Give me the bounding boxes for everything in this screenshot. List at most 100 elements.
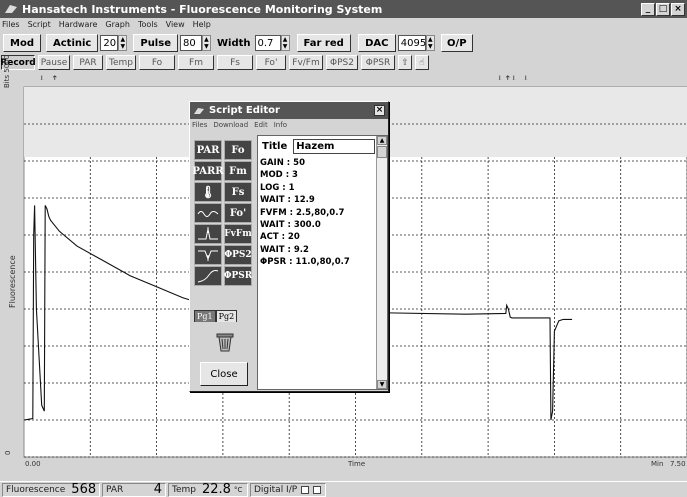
tool-pulse[interactable]: [194, 224, 222, 244]
status-bar: Fluorescence 568 PAR 4 Temp 22.8 °C Digi…: [0, 481, 687, 497]
spin-up-icon[interactable]: ▲: [282, 36, 289, 43]
width-spinner[interactable]: ▲ ▼: [280, 35, 290, 51]
script-lines: GAIN : 50 MOD : 3 LOG : 1 WAIT : 12.9 FV…: [260, 157, 350, 269]
script-editor-menu: Files Download Edit Info: [190, 119, 388, 131]
pulse-button[interactable]: Pulse: [133, 34, 178, 52]
actinic-spinner[interactable]: ▲ ▼: [118, 35, 128, 51]
menu-graph[interactable]: Graph: [105, 20, 130, 29]
script-line[interactable]: WAIT : 300.0: [260, 219, 350, 231]
spin-up-icon[interactable]: ▲: [203, 36, 210, 43]
pause-button[interactable]: Pause: [38, 55, 70, 70]
tool-par[interactable]: PAR: [194, 140, 222, 160]
script-editor-title-bar[interactable]: Script Editor ×: [190, 102, 388, 119]
digital-input-1-checkbox[interactable]: [301, 485, 310, 494]
far-red-button[interactable]: Far red: [296, 34, 351, 52]
fluorescence-readout: Fluorescence 568: [2, 482, 100, 497]
script-line[interactable]: LOG : 1: [260, 182, 350, 194]
scrollbar-thumb[interactable]: [377, 146, 387, 158]
pulse-spinner[interactable]: ▲ ▼: [201, 35, 211, 51]
fo-button[interactable]: Fo: [139, 55, 175, 70]
tab-pg2[interactable]: Pg2: [215, 310, 238, 322]
tool-fo-prime[interactable]: Fo': [224, 203, 252, 223]
script-pane[interactable]: Title Hazem GAIN : 50 MOD : 3 LOG : 1 WA…: [257, 135, 388, 390]
tool-fs[interactable]: Fs: [224, 182, 252, 202]
script-line[interactable]: ACT : 20: [260, 231, 350, 243]
width-input[interactable]: 0.7: [254, 35, 281, 51]
fvfm-button[interactable]: Fv/Fm: [289, 55, 323, 70]
fm-button[interactable]: Fm: [178, 55, 214, 70]
tool-thermometer[interactable]: 🌡: [194, 182, 222, 202]
digital-input-2-checkbox[interactable]: [313, 485, 322, 494]
tool-ramp[interactable]: [194, 266, 222, 286]
spin-up-icon[interactable]: ▲: [119, 36, 126, 43]
maximize-icon[interactable]: □: [656, 2, 670, 16]
dac-spinner[interactable]: ▲ ▼: [425, 35, 435, 51]
menu-help[interactable]: Help: [193, 20, 211, 29]
tool-fm[interactable]: Fm: [224, 161, 252, 181]
close-icon[interactable]: ×: [671, 2, 685, 16]
editor-menu-files[interactable]: Files: [192, 121, 207, 129]
menu-hardware[interactable]: Hardware: [59, 20, 98, 29]
x-axis-start-label: 0.00: [25, 460, 41, 468]
scroll-up-icon[interactable]: ▲: [377, 136, 387, 145]
actinic-button[interactable]: Actinic: [46, 34, 99, 52]
script-editor-dialog: Script Editor × Files Download Edit Info…: [189, 101, 389, 392]
menu-script[interactable]: Script: [28, 20, 51, 29]
spin-down-icon[interactable]: ▼: [282, 43, 289, 50]
mod-button[interactable]: Mod: [3, 34, 41, 52]
close-icon[interactable]: ×: [374, 105, 385, 116]
actinic-input[interactable]: 20: [100, 35, 119, 51]
menu-view[interactable]: View: [166, 20, 185, 29]
script-line[interactable]: MOD : 3: [260, 169, 350, 181]
editor-menu-info[interactable]: Info: [274, 121, 287, 129]
application-window: Hansatech Instruments - Fluorescence Mon…: [0, 0, 687, 497]
script-scrollbar[interactable]: ▲ ▼: [376, 136, 387, 389]
editor-menu-edit[interactable]: Edit: [254, 121, 268, 129]
x-axis-unit-label: Min: [651, 460, 664, 468]
menu-tools[interactable]: Tools: [138, 20, 158, 29]
tool-wave[interactable]: [194, 203, 222, 223]
temp-button[interactable]: Temp: [106, 55, 136, 70]
x-axis-end-label: 7.50: [670, 460, 686, 468]
par-button[interactable]: PAR: [73, 55, 103, 70]
tool-dip[interactable]: [194, 245, 222, 265]
spin-down-icon[interactable]: ▼: [119, 43, 126, 50]
scroll-down-icon[interactable]: ▼: [377, 380, 387, 389]
x-axis-label: Time: [348, 460, 366, 468]
tool-fvfm[interactable]: FvFm: [224, 224, 252, 244]
spin-down-icon[interactable]: ▼: [203, 43, 210, 50]
tool-phipsr[interactable]: ΦPSR: [224, 266, 252, 286]
close-button[interactable]: Close: [200, 362, 248, 386]
menu-files[interactable]: Files: [2, 20, 20, 29]
script-line[interactable]: ΦPSR : 11.0,80,0.7: [260, 256, 350, 268]
minimize-icon[interactable]: _: [641, 2, 655, 16]
up-arrow-icon[interactable]: ⇧: [398, 55, 412, 70]
temp-readout: Temp 22.8 °C: [168, 482, 248, 497]
hansatech-logo-icon: [5, 5, 17, 13]
y-axis-max-label: Bits 5000: [3, 54, 11, 88]
spin-up-icon[interactable]: ▲: [427, 36, 434, 43]
script-line[interactable]: WAIT : 9.2: [260, 244, 350, 256]
tool-fo[interactable]: Fo: [224, 140, 252, 160]
script-title-input[interactable]: Hazem: [293, 139, 376, 154]
dac-input[interactable]: 4095: [397, 35, 426, 51]
phipsr-button[interactable]: ΦPSR: [361, 55, 395, 70]
phips2-button[interactable]: ΦPS2: [326, 55, 358, 70]
hand-icon[interactable]: ☝: [415, 55, 429, 70]
op-button[interactable]: O/P: [440, 34, 473, 52]
fs-button[interactable]: Fs: [217, 55, 253, 70]
dac-button[interactable]: DAC: [357, 34, 396, 52]
spin-down-icon[interactable]: ▼: [427, 43, 434, 50]
script-line[interactable]: WAIT : 12.9: [260, 194, 350, 206]
editor-menu-download[interactable]: Download: [213, 121, 248, 129]
trash-icon[interactable]: [216, 332, 234, 352]
menu-bar: Files Script Hardware Graph Tools View H…: [0, 18, 687, 30]
tab-pg1[interactable]: Pg1: [194, 310, 216, 322]
palette-tabs: Pg1 Pg2: [194, 310, 238, 322]
pulse-input[interactable]: 80: [179, 35, 202, 51]
script-line[interactable]: FVFM : 2.5,80,0.7: [260, 207, 350, 219]
tool-phips2[interactable]: ΦPS2: [224, 245, 252, 265]
script-line[interactable]: GAIN : 50: [260, 157, 350, 169]
fo-prime-button[interactable]: Fo': [256, 55, 286, 70]
tool-parr[interactable]: PARR: [192, 161, 224, 181]
